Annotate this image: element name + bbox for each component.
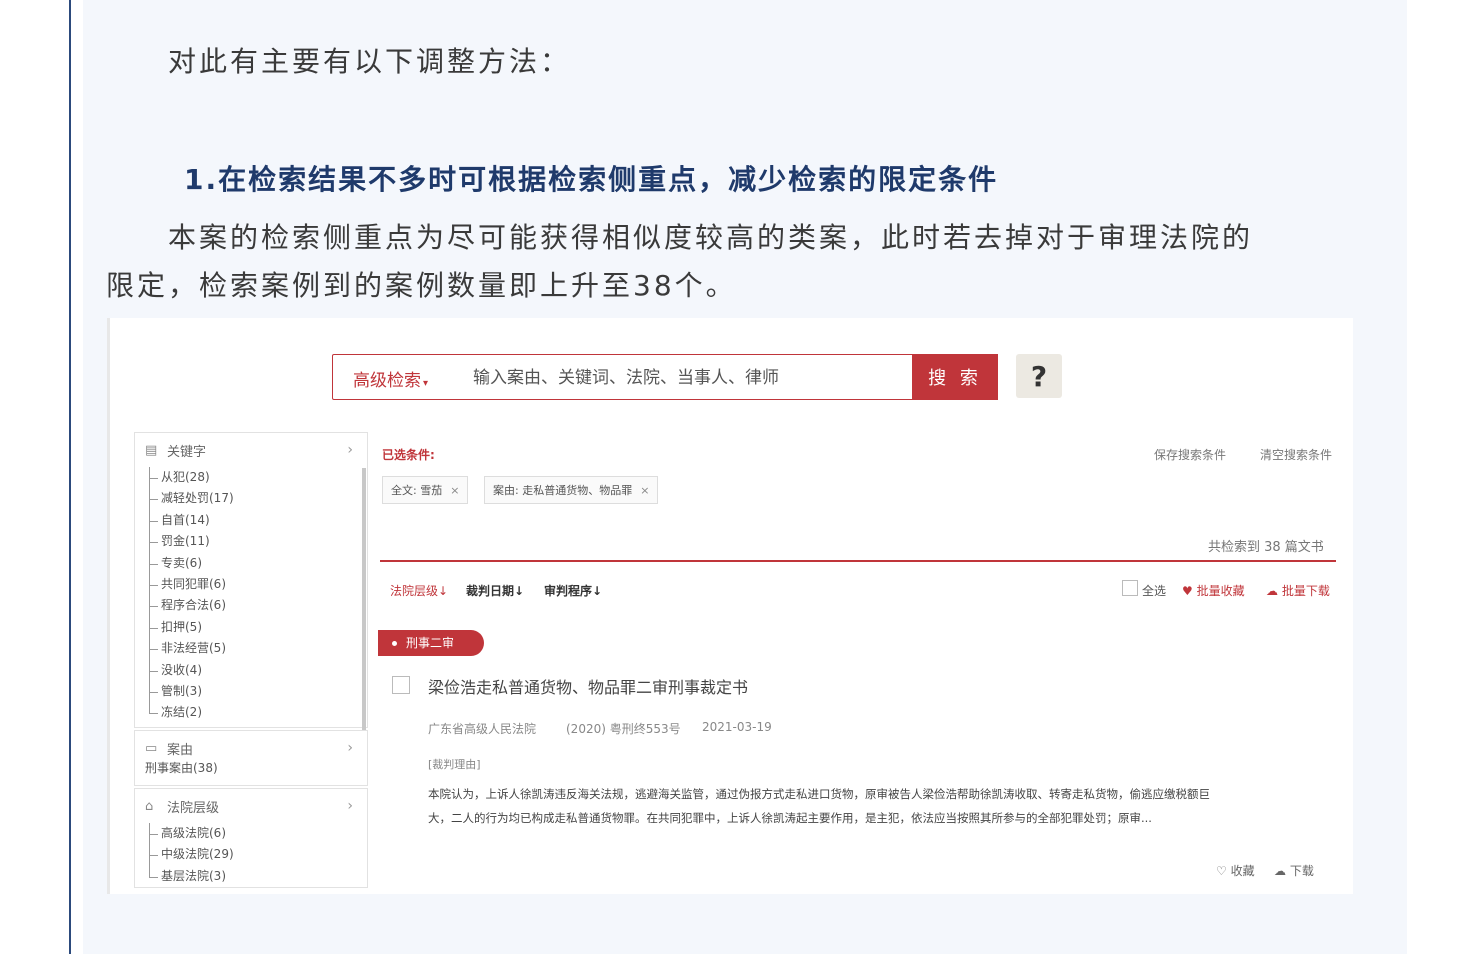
result-card: 刑事二审 梁俭浩走私普通货物、物品罪二审刑事裁定书 广东省高级人民法院 (202… — [378, 624, 1340, 892]
cloud-download-icon: ☁ — [1274, 864, 1286, 878]
keyword-item[interactable]: 扣押(5) — [149, 617, 367, 638]
section-heading: 1.在检索结果不多时可根据检索侧重点，减少检索的限定条件 — [184, 163, 999, 196]
keyword-item[interactable]: 自首(14) — [149, 510, 367, 531]
help-button[interactable]: ? — [1016, 354, 1062, 398]
sort-arrow-icon: ↓ — [592, 584, 603, 598]
filter-sidebar: ▤ 关键字 › 从犯(28) 减轻处罚(17) 自首(14) 罚金(11) 专卖… — [134, 432, 368, 888]
clear-search-link[interactable]: 清空搜索条件 — [1260, 446, 1332, 463]
collect-label: 收藏 — [1230, 864, 1255, 878]
keyword-item[interactable]: 减轻处罚(17) — [149, 488, 367, 509]
list-icon: ▭ — [145, 741, 158, 756]
condition-tag: 全文: 雪茄 × — [382, 476, 469, 504]
keyword-filter-title: 关键字 — [167, 444, 207, 460]
document-icon: ▤ — [145, 443, 158, 458]
cause-item[interactable]: 刑事案由(38) — [135, 759, 367, 776]
search-bar: 高级检索 ▾ — [332, 354, 998, 400]
keyword-item[interactable]: 没收(4) — [149, 660, 367, 681]
advanced-search-label: 高级检索 — [353, 371, 421, 391]
divider — [380, 560, 1336, 562]
batch-collect-label: 批量收藏 — [1196, 584, 1245, 598]
search-button[interactable]: 搜 索 — [912, 354, 998, 400]
select-all-label: 全选 — [1142, 584, 1167, 598]
court-level-item[interactable]: 中级法院(29) — [149, 844, 367, 865]
cause-filter-section: ▭ 案由 › 刑事案由(38) — [134, 730, 368, 786]
keyword-item[interactable]: 非法经营(5) — [149, 638, 367, 659]
keyword-filter-header[interactable]: ▤ 关键字 › — [135, 433, 367, 467]
keyword-list: 从犯(28) 减轻处罚(17) 自首(14) 罚金(11) 专卖(6) 共同犯罪… — [135, 467, 367, 724]
excerpt-line: 大，二人的行为均已构成走私普通货物罪。在共同犯罪中，上诉人徐凯涛起主要作用，是主… — [428, 811, 1152, 825]
keyword-item[interactable]: 程序合法(6) — [149, 595, 367, 616]
keyword-item[interactable]: 罚金(11) — [149, 531, 367, 552]
embedded-screenshot: 高级检索▾ 搜 索 ? ▤ 关键字 › 从犯(28) 减轻处罚(17) 自首(1… — [107, 318, 1353, 894]
advanced-search-toggle[interactable]: 高级检索 ▾ — [353, 366, 428, 391]
body-paragraph-line1: 本案的检索侧重点为尽可能获得相似度较高的类案，此时若去掉对于审理法院的 — [168, 221, 1254, 254]
case-title-link[interactable]: 梁俭浩走私普通货物、物品罪二审刑事裁定书 — [428, 674, 748, 698]
case-number: (2020) 粤刑终553号 — [566, 722, 681, 736]
reason-label: [裁判理由] — [428, 758, 481, 771]
search-input[interactable] — [471, 363, 915, 393]
download-label: 下载 — [1289, 864, 1314, 878]
court-level-list: 高级法院(6) 中级法院(29) 基层法院(3) — [135, 823, 367, 887]
court-level-filter-header[interactable]: ⌂ 法院层级 › — [135, 789, 367, 823]
court-level-item[interactable]: 高级法院(6) — [149, 823, 367, 844]
heart-outline-icon: ♡ — [1216, 864, 1227, 878]
caret-down-icon: ▾ — [423, 378, 429, 389]
case-type-badge: 刑事二审 — [378, 630, 484, 656]
keyword-filter-section: ▤ 关键字 › 从犯(28) 减轻处罚(17) 自首(14) 罚金(11) 专卖… — [134, 432, 368, 728]
sidebar-scrollbar[interactable] — [362, 468, 366, 730]
keyword-item[interactable]: 专卖(6) — [149, 553, 367, 574]
court-level-item[interactable]: 基层法院(3) — [149, 866, 367, 887]
court-level-filter-section: ⌂ 法院层级 › 高级法院(6) 中级法院(29) 基层法院(3) — [134, 788, 368, 888]
sort-label: 裁判日期 — [466, 584, 515, 598]
select-all-checkbox[interactable] — [1122, 580, 1138, 596]
cause-filter-title: 案由 — [167, 742, 194, 758]
sort-label: 法院层级 — [390, 584, 439, 598]
sort-trial-procedure[interactable]: 审判程序↓ — [544, 582, 602, 599]
download-button[interactable]: ☁ 下载 — [1274, 862, 1314, 879]
judgment-date: 2021-03-19 — [702, 720, 772, 734]
batch-download-button[interactable]: ☁ 批量下载 — [1266, 582, 1330, 599]
cloud-download-icon: ☁ — [1266, 584, 1278, 598]
collect-button[interactable]: ♡ 收藏 — [1216, 862, 1255, 879]
excerpt-line: 本院认为，上诉人徐凯涛违反海关法规，逃避海关监管，通过伪报方式走私进口货物，原审… — [428, 787, 1210, 801]
keyword-item[interactable]: 从犯(28) — [149, 467, 367, 488]
chevron-right-icon: › — [347, 442, 353, 458]
chevron-right-icon: › — [347, 740, 353, 756]
sort-arrow-icon: ↓ — [438, 584, 449, 598]
heart-icon: ♥ — [1182, 584, 1193, 598]
sort-arrow-icon: ↓ — [514, 584, 525, 598]
court-icon: ⌂ — [145, 799, 154, 814]
intro-paragraph: 对此有主要有以下调整方法： — [168, 45, 572, 78]
sort-court-level[interactable]: 法院层级↓ — [390, 582, 448, 599]
selected-conditions-label: 已选条件: — [382, 448, 435, 462]
sort-judgment-date[interactable]: 裁判日期↓ — [466, 582, 524, 599]
batch-download-label: 批量下载 — [1281, 584, 1330, 598]
result-checkbox[interactable] — [392, 676, 410, 694]
court-name: 广东省高级人民法院 — [428, 722, 537, 736]
batch-collect-button[interactable]: ♥ 批量收藏 — [1182, 582, 1245, 599]
condition-tag-label: 案由: 走私普通货物、物品罪 — [493, 484, 633, 497]
keyword-item[interactable]: 共同犯罪(6) — [149, 574, 367, 595]
close-icon[interactable]: × — [640, 484, 649, 497]
condition-tag: 案由: 走私普通货物、物品罪 × — [484, 476, 659, 504]
keyword-item[interactable]: 冻结(2) — [149, 702, 367, 723]
court-level-filter-title: 法院层级 — [167, 800, 220, 816]
keyword-item[interactable]: 管制(3) — [149, 681, 367, 702]
result-count: 共检索到 38 篇文书 — [1208, 540, 1324, 555]
chevron-right-icon: › — [347, 798, 353, 814]
close-icon[interactable]: × — [450, 484, 459, 497]
sort-label: 审判程序 — [544, 584, 593, 598]
body-paragraph-line2: 限定，检索案例到的案例数量即上升至38个。 — [106, 269, 737, 302]
save-search-link[interactable]: 保存搜索条件 — [1154, 446, 1226, 463]
condition-tag-label: 全文: 雪茄 — [391, 484, 443, 497]
